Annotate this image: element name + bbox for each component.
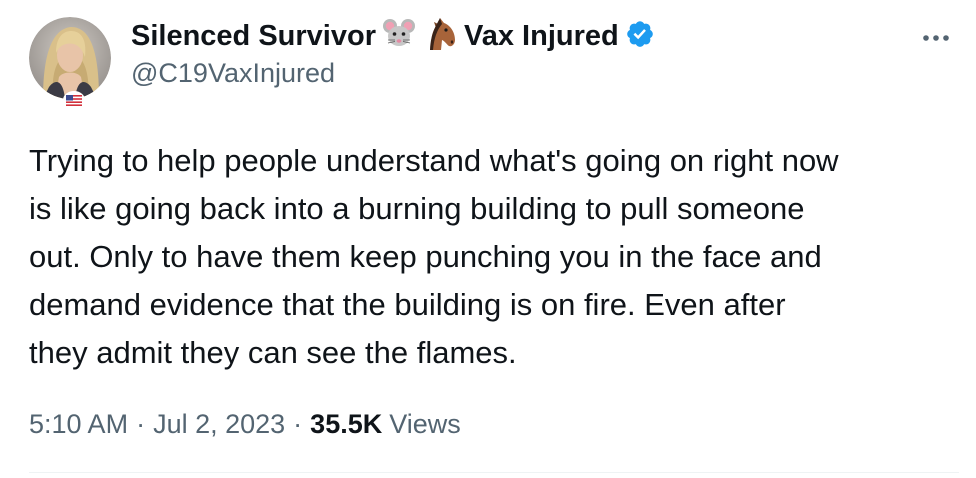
mouse-face-icon: [382, 18, 416, 55]
author-name-suffix[interactable]: Vax Injured: [464, 20, 619, 53]
more-options-button[interactable]: [916, 18, 956, 58]
tweet-metadata: 5:10 AM · Jul 2, 2023 · 35.5K Views: [29, 404, 461, 444]
avatar-photo: [29, 17, 111, 99]
tweet-date[interactable]: Jul 2, 2023: [153, 409, 285, 440]
meta-separator: ·: [293, 408, 303, 439]
divider: [29, 472, 959, 473]
author-display-name[interactable]: Silenced Survivor: [131, 20, 376, 53]
tweet-card: Silenced Survivor Vax Injured @C19VaxInj…: [0, 0, 976, 478]
tweet-time[interactable]: 5:10 AM: [29, 409, 128, 440]
meta-separator: ·: [136, 408, 146, 439]
author-name-row[interactable]: Silenced Survivor Vax Injured: [131, 14, 655, 58]
views-count[interactable]: 35.5K: [310, 409, 382, 440]
horse-face-icon: [422, 16, 458, 57]
verified-badge-icon[interactable]: [625, 19, 655, 54]
tweet-line: out. Only to have them keep punching you…: [29, 239, 822, 274]
tweet-line: they admit they can see the flames.: [29, 335, 517, 370]
author-avatar[interactable]: [29, 17, 111, 109]
tweet-line: demand evidence that the building is on …: [29, 287, 786, 322]
tweet-line: Trying to help people understand what's …: [29, 143, 839, 178]
us-flag-icon: [63, 91, 85, 109]
tweet-line: is like going back into a burning buildi…: [29, 191, 805, 226]
views-label[interactable]: Views: [389, 409, 461, 440]
author-handle[interactable]: @C19VaxInjured: [131, 58, 335, 89]
more-horizontal-icon: [923, 35, 949, 41]
tweet-text: Trying to help people understand what's …: [29, 137, 954, 377]
